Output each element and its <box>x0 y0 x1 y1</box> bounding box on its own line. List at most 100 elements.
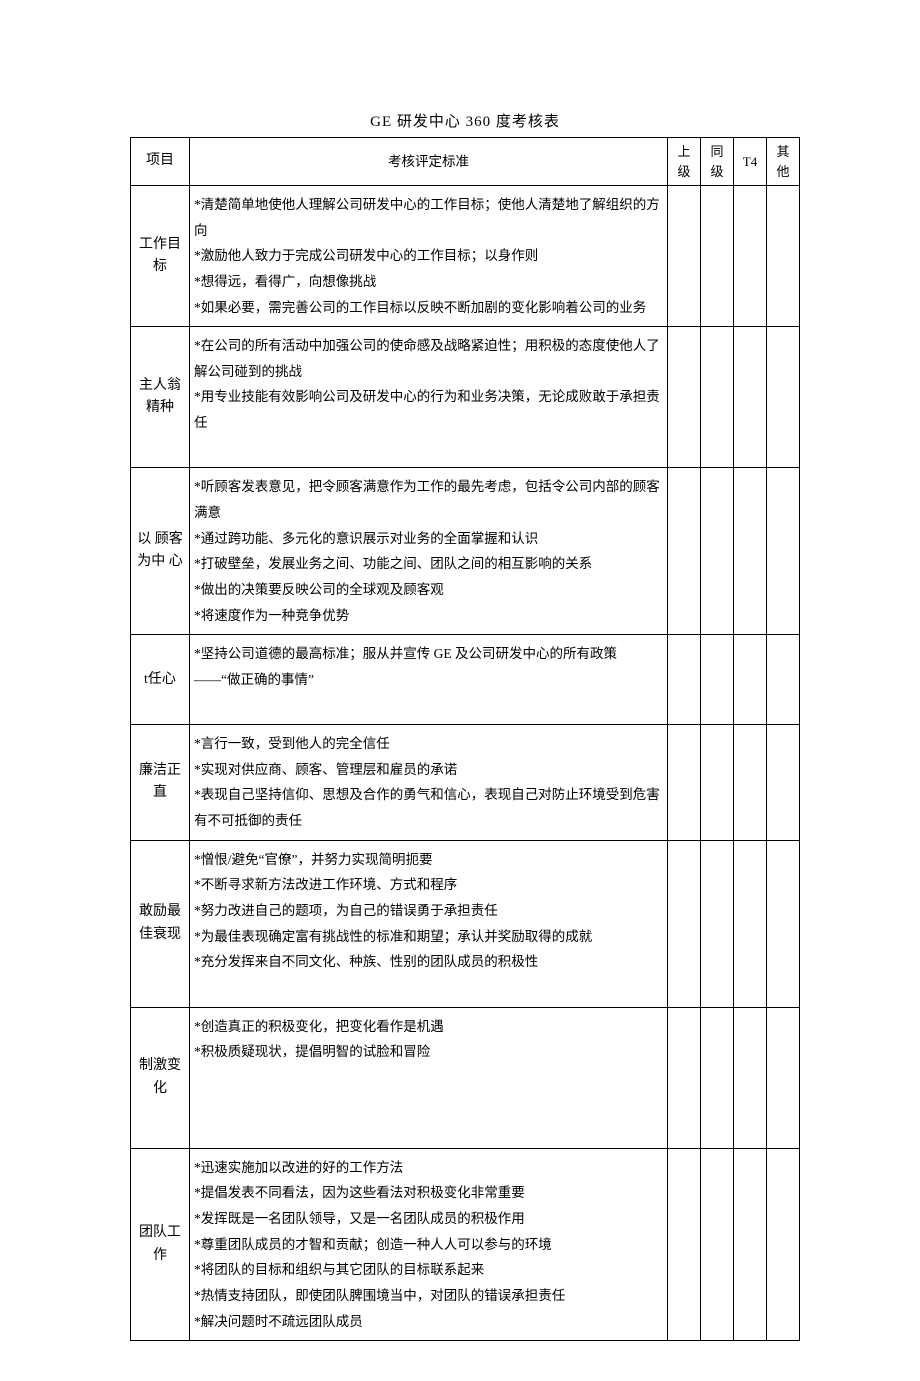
rating-cell[interactable] <box>668 1007 701 1148</box>
rating-cell[interactable] <box>668 468 701 635</box>
rating-cell[interactable] <box>767 725 800 841</box>
rating-cell[interactable] <box>701 1148 734 1340</box>
criteria-line: *发挥既是一名团队领导，又是一名团队成员的积极作用 <box>194 1206 663 1232</box>
criteria-line: *清楚简单地使他人理解公司研发中心的工作目标；使他人清楚地了解组织的方向 <box>194 192 663 243</box>
table-row: 以 顾客 为中 心*听顾客发表意见，把令顾客满意作为工作的最先考虑，包括令公司内… <box>131 468 800 635</box>
category-cell: 制激变化 <box>131 1007 190 1148</box>
header-rater-2: 同级 <box>701 138 734 186</box>
category-cell: 团队工作 <box>131 1148 190 1340</box>
criteria-line: *憎恨/避免“官僚”，并努力实现简明扼要 <box>194 847 663 873</box>
criteria-line: *解决问题时不疏远团队成员 <box>194 1309 663 1335</box>
criteria-line: *创造真正的积极变化，把变化看作是机遇 <box>194 1014 663 1040</box>
blank-line <box>194 1065 663 1091</box>
table-row: 团队工作*迅速实施加以改进的好的工作方法*提倡发表不同看法，因为这些看法对积极变… <box>131 1148 800 1340</box>
rating-cell[interactable] <box>701 327 734 468</box>
table-row: 制激变化*创造真正的积极变化，把变化看作是机遇*积极质疑现状，提倡明智的试脸和冒… <box>131 1007 800 1148</box>
rating-cell[interactable] <box>668 635 701 725</box>
rating-cell[interactable] <box>701 635 734 725</box>
blank-line <box>194 1116 663 1142</box>
criteria-cell: *言行一致，受到他人的完全信任*实现对供应商、顾客、管理层和雇员的承诺*表现自己… <box>190 725 668 841</box>
header-standard: 考核评定标准 <box>190 138 668 186</box>
criteria-line: *实现对供应商、顾客、管理层和雇员的承诺 <box>194 757 663 783</box>
rating-cell[interactable] <box>701 725 734 841</box>
category-cell: 以 顾客 为中 心 <box>131 468 190 635</box>
rating-cell[interactable] <box>767 1007 800 1148</box>
criteria-line: *坚持公司道德的最高标准；服从并宣传 GE 及公司研发中心的所有政策——“做正确… <box>194 641 663 692</box>
table-header-row: 项目 考核评定标准 上级 同级 T4 其他 <box>131 138 800 186</box>
header-rater-1: 上级 <box>668 138 701 186</box>
rating-cell[interactable] <box>701 840 734 1007</box>
table-row: 工作目标*清楚简单地使他人理解公司研发中心的工作目标；使他人清楚地了解组织的方向… <box>131 186 800 327</box>
header-rater-3: T4 <box>734 138 767 186</box>
criteria-line: *打破壁垒，发展业务之间、功能之间、团队之间的相互影响的关系 <box>194 551 663 577</box>
rating-cell[interactable] <box>734 840 767 1007</box>
criteria-line: *提倡发表不同看法，因为这些看法对积极变化非常重要 <box>194 1180 663 1206</box>
rating-cell[interactable] <box>701 186 734 327</box>
rating-cell[interactable] <box>734 1148 767 1340</box>
rating-cell[interactable] <box>668 327 701 468</box>
criteria-line: *如果必要，需完善公司的工作目标以反映不断加剧的变化影响着公司的业务 <box>194 295 663 321</box>
criteria-line: *表现自己坚持信仰、思想及合作的勇气和信心，表现自己对防止环境受到危害有不可抵御… <box>194 782 663 833</box>
criteria-line: *热情支持团队，即使团队脾围境当中，对团队的错误承担责任 <box>194 1283 663 1309</box>
rating-cell[interactable] <box>701 468 734 635</box>
criteria-line: *迅速实施加以改进的好的工作方法 <box>194 1155 663 1181</box>
rating-cell[interactable] <box>668 840 701 1007</box>
rating-cell[interactable] <box>767 468 800 635</box>
criteria-line: *充分发挥来自不同文化、种族、性别的团队成员的积极性 <box>194 949 663 975</box>
criteria-line: *想得远，看得广，向想像挑战 <box>194 269 663 295</box>
criteria-line: *通过跨功能、多元化的意识展示对业务的全面掌握和认识 <box>194 526 663 552</box>
table-row: 廉洁正直*言行一致，受到他人的完全信任*实现对供应商、顾客、管理层和雇员的承诺*… <box>131 725 800 841</box>
criteria-line: *做出的决策要反映公司的全球观及顾客观 <box>194 577 663 603</box>
rating-cell[interactable] <box>734 725 767 841</box>
blank-line <box>194 1091 663 1117</box>
criteria-cell: *听顾客发表意见，把令顾客满意作为工作的最先考虑，包括令公司内部的顾客满意*通过… <box>190 468 668 635</box>
criteria-line: *将团队的目标和组织与其它团队的目标联系起来 <box>194 1257 663 1283</box>
table-row: 主人翁 精种*在公司的所有活动中加强公司的使命感及战略紧迫性；用积极的态度使他人… <box>131 327 800 468</box>
criteria-line: *努力改进自己的题项，为自己的错误勇于承担责任 <box>194 898 663 924</box>
rating-cell[interactable] <box>701 1007 734 1148</box>
criteria-line: *积极质疑现状，提倡明智的试脸和冒险 <box>194 1039 663 1065</box>
criteria-line: *为最佳表现确定富有挑战性的标准和期望；承认并奖励取得的成就 <box>194 924 663 950</box>
rating-cell[interactable] <box>767 1148 800 1340</box>
rating-cell[interactable] <box>668 1148 701 1340</box>
criteria-line: *言行一致，受到他人的完全信任 <box>194 731 663 757</box>
criteria-line: *用专业技能有效影响公司及研发中心的行为和业务决策，无论成败敢于承担责任 <box>194 384 663 435</box>
blank-line <box>194 975 663 1001</box>
criteria-line: *听顾客发表意见，把令顾客满意作为工作的最先考虑，包括令公司内部的顾客满意 <box>194 474 663 525</box>
criteria-line: *激励他人致力于完成公司研发中心的工作目标；以身作则 <box>194 243 663 269</box>
rating-cell[interactable] <box>767 186 800 327</box>
assessment-table: 项目 考核评定标准 上级 同级 T4 其他 工作目标*清楚简单地使他人理解公司研… <box>130 137 800 1341</box>
category-cell: t任心 <box>131 635 190 725</box>
criteria-cell: *坚持公司道德的最高标准；服从并宣传 GE 及公司研发中心的所有政策——“做正确… <box>190 635 668 725</box>
criteria-cell: *清楚简单地使他人理解公司研发中心的工作目标；使他人清楚地了解组织的方向*激励他… <box>190 186 668 327</box>
criteria-cell: *创造真正的积极变化，把变化看作是机遇*积极质疑现状，提倡明智的试脸和冒险 <box>190 1007 668 1148</box>
rating-cell[interactable] <box>767 635 800 725</box>
rating-cell[interactable] <box>734 327 767 468</box>
rating-cell[interactable] <box>734 468 767 635</box>
category-cell: 主人翁 精种 <box>131 327 190 468</box>
blank-line <box>194 436 663 462</box>
criteria-line: *将速度作为一种竞争优势 <box>194 603 663 629</box>
category-cell: 工作目标 <box>131 186 190 327</box>
rating-cell[interactable] <box>767 840 800 1007</box>
criteria-line: *不断寻求新方法改进工作环境、方式和程序 <box>194 872 663 898</box>
criteria-cell: *憎恨/避免“官僚”，并努力实现简明扼要*不断寻求新方法改进工作环境、方式和程序… <box>190 840 668 1007</box>
header-category: 项目 <box>131 138 190 186</box>
criteria-line: *尊重团队成员的才智和贡献；创造一种人人可以参与的环境 <box>194 1232 663 1258</box>
table-row: 敢励最佳衰现*憎恨/避免“官僚”，并努力实现简明扼要*不断寻求新方法改进工作环境… <box>131 840 800 1007</box>
header-rater-4: 其他 <box>767 138 800 186</box>
criteria-cell: *在公司的所有活动中加强公司的使命感及战略紧迫性；用积极的态度使他人了解公司碰到… <box>190 327 668 468</box>
rating-cell[interactable] <box>668 725 701 841</box>
rating-cell[interactable] <box>734 635 767 725</box>
table-row: t任心*坚持公司道德的最高标准；服从并宣传 GE 及公司研发中心的所有政策——“… <box>131 635 800 725</box>
rating-cell[interactable] <box>668 186 701 327</box>
page-title: GE 研发中心 360 度考核表 <box>130 110 800 131</box>
rating-cell[interactable] <box>767 327 800 468</box>
rating-cell[interactable] <box>734 1007 767 1148</box>
criteria-line: *在公司的所有活动中加强公司的使命感及战略紧迫性；用积极的态度使他人了解公司碰到… <box>194 333 663 384</box>
category-cell: 廉洁正直 <box>131 725 190 841</box>
category-cell: 敢励最佳衰现 <box>131 840 190 1007</box>
rating-cell[interactable] <box>734 186 767 327</box>
criteria-cell: *迅速实施加以改进的好的工作方法*提倡发表不同看法，因为这些看法对积极变化非常重… <box>190 1148 668 1340</box>
blank-line <box>194 693 663 719</box>
